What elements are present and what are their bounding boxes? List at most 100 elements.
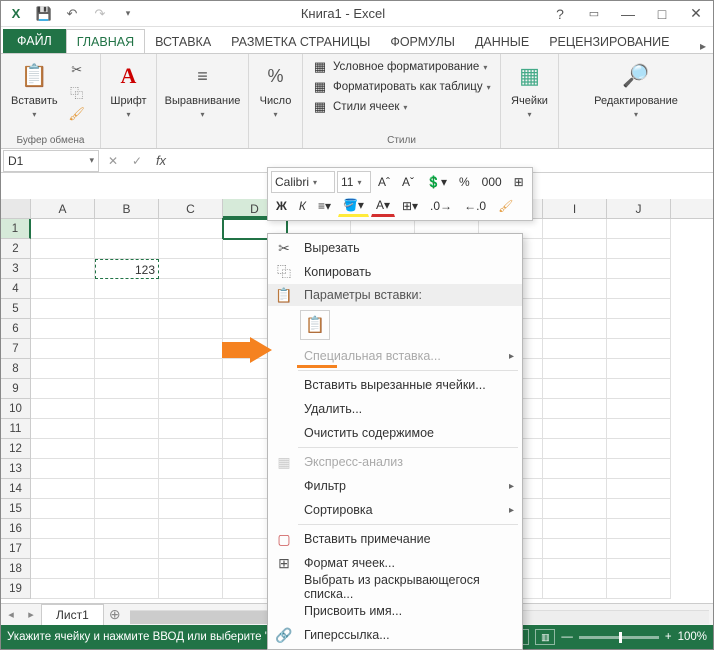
cell-C1[interactable] <box>159 219 223 239</box>
cell-A19[interactable] <box>31 579 95 599</box>
italic-icon[interactable]: К <box>294 195 311 217</box>
cell-B17[interactable] <box>95 539 159 559</box>
row-header-9[interactable]: 9 <box>1 379 31 399</box>
currency-icon[interactable]: 💲▾ <box>421 171 452 193</box>
ctx-cut[interactable]: ✂Вырезать <box>268 236 522 260</box>
row-header-5[interactable]: 5 <box>1 299 31 319</box>
ctx-hyperlink[interactable]: 🔗Гиперссылка... <box>268 623 522 647</box>
cell-A3[interactable] <box>31 259 95 279</box>
cell-A9[interactable] <box>31 379 95 399</box>
cell-A18[interactable] <box>31 559 95 579</box>
col-header-I[interactable]: I <box>543 199 607 218</box>
cell-A10[interactable] <box>31 399 95 419</box>
row-header-11[interactable]: 11 <box>1 419 31 439</box>
tab-data[interactable]: ДАННЫЕ <box>465 30 539 53</box>
cell-I6[interactable] <box>543 319 607 339</box>
cell-I19[interactable] <box>543 579 607 599</box>
row-header-14[interactable]: 14 <box>1 479 31 499</box>
cell-C10[interactable] <box>159 399 223 419</box>
cell-A17[interactable] <box>31 539 95 559</box>
cell-C15[interactable] <box>159 499 223 519</box>
cell-C3[interactable] <box>159 259 223 279</box>
cell-I15[interactable] <box>543 499 607 519</box>
ctx-clear[interactable]: Очистить содержимое <box>268 421 522 445</box>
cell-C7[interactable] <box>159 339 223 359</box>
ctx-copy[interactable]: ⿻Копировать <box>268 260 522 284</box>
cell-I14[interactable] <box>543 479 607 499</box>
cell-B5[interactable] <box>95 299 159 319</box>
cell-A11[interactable] <box>31 419 95 439</box>
cell-I17[interactable] <box>543 539 607 559</box>
cell-B7[interactable] <box>95 339 159 359</box>
cancel-formula-icon[interactable]: ✕ <box>101 150 125 172</box>
excel-icon[interactable]: X <box>5 4 27 24</box>
cell-J15[interactable] <box>607 499 671 519</box>
cell-B14[interactable] <box>95 479 159 499</box>
name-box[interactable]: D1▾ <box>3 150 99 172</box>
cell-C4[interactable] <box>159 279 223 299</box>
cell-C5[interactable] <box>159 299 223 319</box>
cell-J8[interactable] <box>607 359 671 379</box>
row-header-12[interactable]: 12 <box>1 439 31 459</box>
fx-icon[interactable]: fx <box>149 150 173 172</box>
row-header-4[interactable]: 4 <box>1 279 31 299</box>
format-table-button[interactable]: ▦Форматировать как таблицу▾ <box>309 78 494 96</box>
cell-J6[interactable] <box>607 319 671 339</box>
cell-J5[interactable] <box>607 299 671 319</box>
cell-B4[interactable] <box>95 279 159 299</box>
borders-icon[interactable]: ⊞ <box>509 171 529 193</box>
add-sheet-icon[interactable]: ⊕ <box>104 606 126 623</box>
ctx-delete[interactable]: Удалить... <box>268 397 522 421</box>
col-header-J[interactable]: J <box>607 199 671 218</box>
ctx-insert-cut[interactable]: Вставить вырезанные ячейки... <box>268 373 522 397</box>
cells-dropdown[interactable]: ▦ Ячейки ▾ <box>507 58 552 133</box>
ribbon-opts-icon[interactable]: ▭ <box>581 4 607 24</box>
cell-C12[interactable] <box>159 439 223 459</box>
cell-C11[interactable] <box>159 419 223 439</box>
cell-I5[interactable] <box>543 299 607 319</box>
row-header-3[interactable]: 3 <box>1 259 31 279</box>
ctx-pick-from-list[interactable]: Выбрать из раскрывающегося списка... <box>268 575 522 599</box>
cell-A4[interactable] <box>31 279 95 299</box>
row-header-1[interactable]: 1 <box>1 219 31 239</box>
chevron-down-icon[interactable]: ▾ <box>89 155 94 166</box>
cond-format-button[interactable]: ▦Условное форматирование▾ <box>309 58 494 76</box>
row-header-18[interactable]: 18 <box>1 559 31 579</box>
cell-styles-button[interactable]: ▦Стили ячеек▾ <box>309 98 494 116</box>
zoom-slider[interactable] <box>579 636 659 639</box>
redo-icon[interactable]: ↷ <box>89 4 111 24</box>
sheet-tab-1[interactable]: Лист1 <box>41 604 104 625</box>
cell-J2[interactable] <box>607 239 671 259</box>
cell-B19[interactable] <box>95 579 159 599</box>
bold-icon[interactable]: Ж <box>271 195 292 217</box>
cell-C13[interactable] <box>159 459 223 479</box>
cell-A1[interactable] <box>31 219 95 239</box>
col-header-B[interactable]: B <box>95 199 159 218</box>
mini-size-select[interactable]: 11▾ <box>337 171 371 193</box>
tab-file[interactable]: ФАЙЛ <box>3 29 66 53</box>
fill-color-icon[interactable]: 🪣▾ <box>338 195 369 217</box>
save-icon[interactable]: 💾 <box>33 4 55 24</box>
col-header-C[interactable]: C <box>159 199 223 218</box>
cell-I12[interactable] <box>543 439 607 459</box>
cell-J9[interactable] <box>607 379 671 399</box>
cell-C18[interactable] <box>159 559 223 579</box>
grow-font-icon[interactable]: Aˆ <box>373 171 395 193</box>
shrink-font-icon[interactable]: Aˇ <box>397 171 419 193</box>
cell-B11[interactable] <box>95 419 159 439</box>
cell-J4[interactable] <box>607 279 671 299</box>
view-break-icon[interactable]: ▥ <box>535 629 555 645</box>
qat-more-icon[interactable]: ▾ <box>117 4 139 24</box>
ctx-filter[interactable]: Фильтр▸ <box>268 474 522 498</box>
cell-B9[interactable] <box>95 379 159 399</box>
accept-formula-icon[interactable]: ✓ <box>125 150 149 172</box>
row-header-13[interactable]: 13 <box>1 459 31 479</box>
cell-J16[interactable] <box>607 519 671 539</box>
cell-B1[interactable] <box>95 219 159 239</box>
row-header-17[interactable]: 17 <box>1 539 31 559</box>
cell-I10[interactable] <box>543 399 607 419</box>
cell-C9[interactable] <box>159 379 223 399</box>
cell-C16[interactable] <box>159 519 223 539</box>
sheet-next-icon[interactable]: ▸ <box>21 608 41 621</box>
cell-B3[interactable]: 123 <box>95 259 159 279</box>
